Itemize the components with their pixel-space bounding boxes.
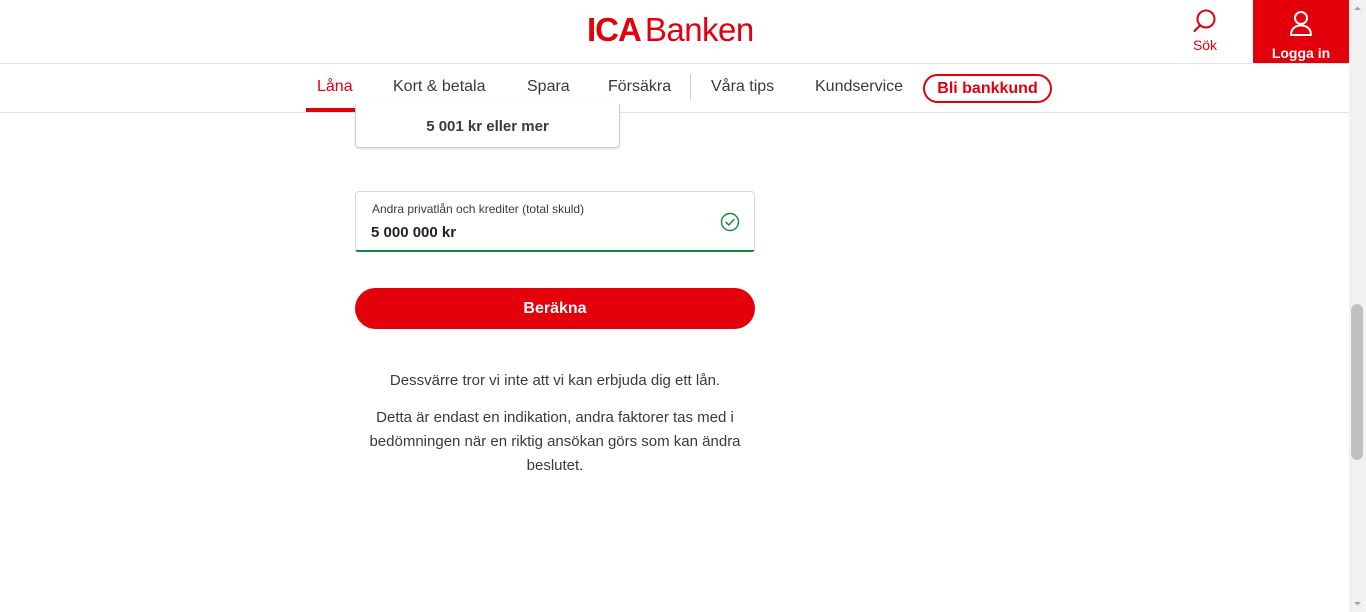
search-icon [1192, 8, 1218, 34]
main-nav: Låna Kort & betala Spara Försäkra Våra t… [0, 64, 1349, 113]
calculate-button[interactable]: Beräkna [355, 288, 755, 329]
logo-brand: ICA [587, 11, 642, 48]
other-loans-field: Andra privatlån och krediter (total skul… [355, 191, 755, 252]
check-circle-icon [720, 212, 740, 232]
page: ICA Banken Sök Logga in Låna Kort & beta… [0, 0, 1349, 612]
nav-item-vara-tips[interactable]: Våra tips [711, 64, 774, 112]
ica-banken-logo[interactable]: ICA Banken [587, 11, 754, 48]
search-button[interactable]: Sök [1183, 8, 1227, 58]
top-header: ICA Banken Sök Logga in [0, 0, 1349, 64]
scroll-down-arrow-icon[interactable] [1349, 595, 1366, 612]
logo-name: Banken [644, 11, 754, 48]
nav-item-kundservice[interactable]: Kundservice [815, 64, 903, 112]
search-label: Sök [1192, 37, 1218, 53]
login-label: Logga in [1271, 45, 1331, 61]
scroll-up-arrow-icon[interactable] [1349, 0, 1366, 17]
nav-divider [690, 74, 691, 100]
user-icon [1289, 10, 1313, 41]
other-loans-input[interactable] [371, 220, 701, 244]
other-loans-label: Andra privatlån och krediter (total skul… [372, 202, 585, 216]
scrollbar-thumb[interactable] [1351, 304, 1363, 460]
amount-option[interactable]: 5 001 kr eller mer [355, 104, 620, 148]
nav-item-lana[interactable]: Låna [306, 64, 364, 112]
vertical-scrollbar[interactable] [1349, 0, 1366, 612]
result-disclaimer: Detta är endast en indikation, andra fak… [369, 409, 741, 474]
login-button[interactable]: Logga in [1253, 0, 1349, 63]
result-message: Dessvärre tror vi inte att vi kan erbjud… [389, 372, 721, 389]
amount-option-label: 5 001 kr eller mer [426, 118, 549, 135]
become-customer-button[interactable]: Bli bankkund [923, 74, 1052, 103]
